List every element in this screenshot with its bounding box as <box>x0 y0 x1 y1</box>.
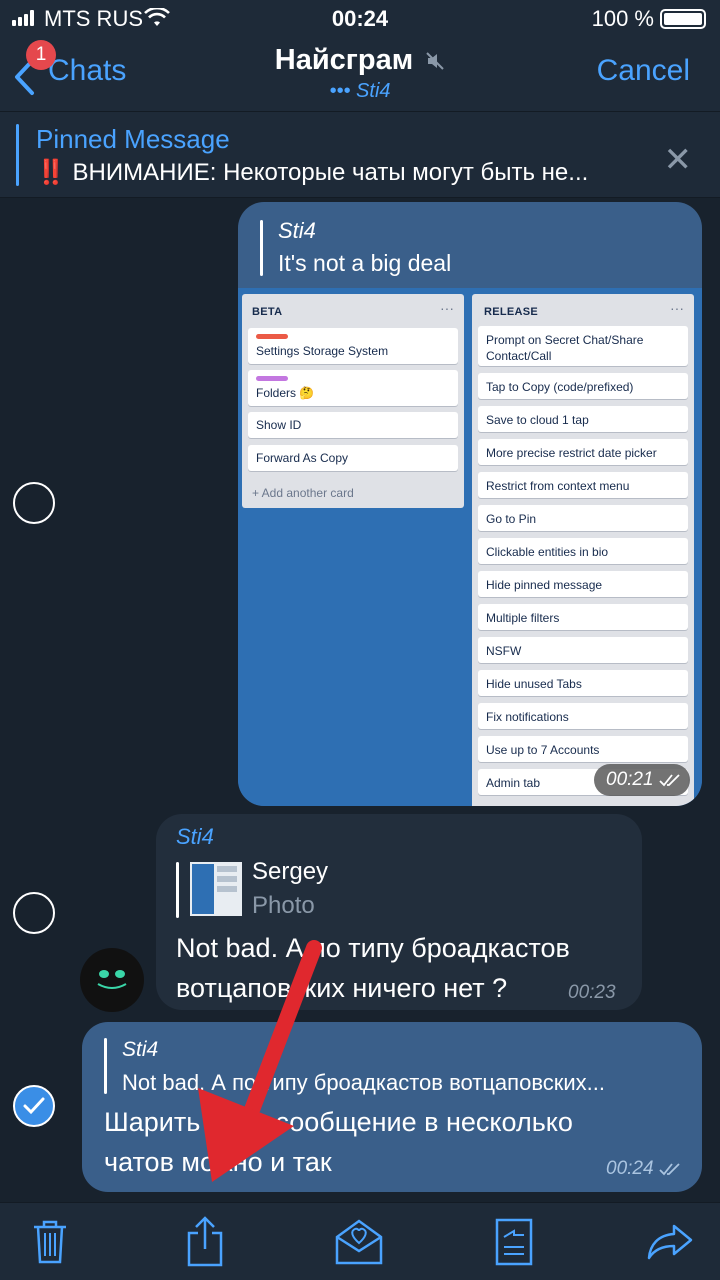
trash-icon[interactable] <box>32 1219 68 1265</box>
annotation-arrow <box>198 940 322 1182</box>
forward-icon[interactable] <box>646 1223 694 1261</box>
selection-toolbar <box>0 1202 720 1280</box>
share-icon[interactable] <box>186 1215 224 1267</box>
heart-envelope-icon[interactable] <box>334 1217 384 1265</box>
report-icon[interactable] <box>494 1217 534 1267</box>
